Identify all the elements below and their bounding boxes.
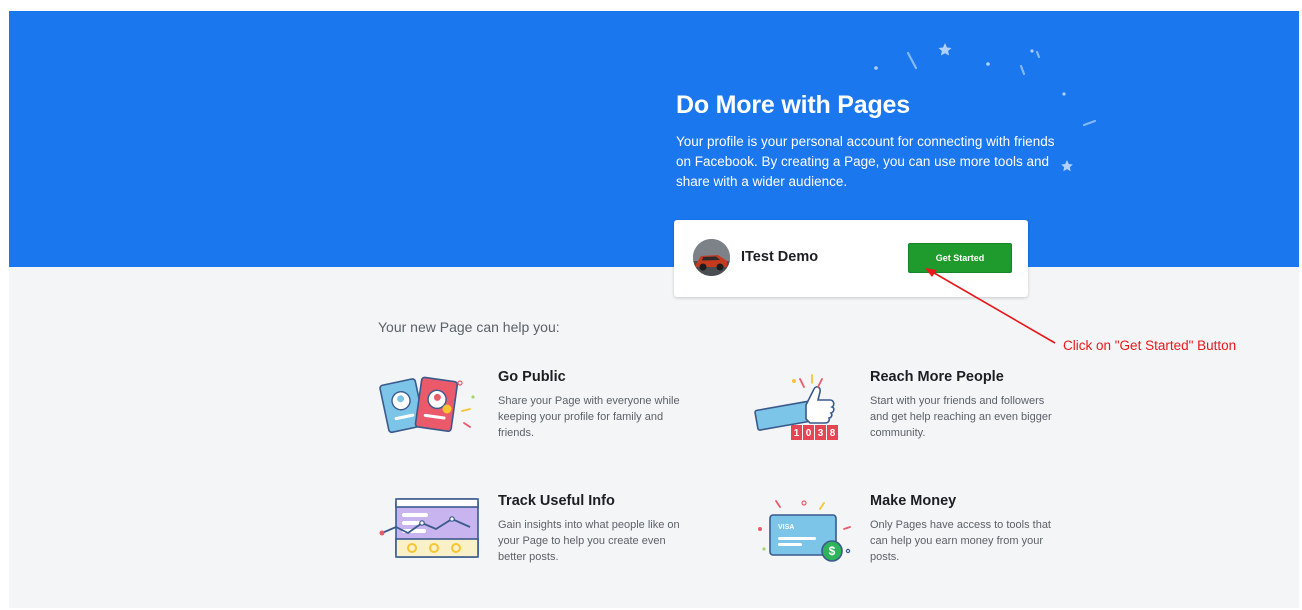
page-card: ITest Demo Get Started [674, 220, 1028, 297]
profile-cards-illustration [379, 376, 475, 434]
counter-digit: 8 [830, 428, 836, 439]
car-photo-icon [693, 239, 730, 276]
hero-banner: Do More with Pages Your profile is your … [9, 11, 1299, 267]
benefit-description: Only Pages have access to tools that can… [870, 519, 1051, 563]
sparkles-decoration [874, 43, 1097, 172]
benefit-title: Make Money [870, 493, 957, 509]
benefits-heading: Your new Page can help you: [378, 319, 560, 335]
benefit-title: Track Useful Info [498, 493, 615, 509]
counter-digit: 0 [806, 428, 812, 439]
page-name: ITest Demo [741, 249, 819, 265]
page-avatar[interactable] [693, 239, 730, 276]
benefit-reach-more-people: 1 0 3 8 Reach More People Start with you… [750, 369, 1070, 459]
benefit-title: Go Public [498, 369, 566, 385]
benefit-track-useful-info: Track Useful Info Gain insights into wha… [378, 493, 698, 583]
benefit-description: Gain insights into what people like on y… [498, 519, 680, 563]
hero-description: Your profile is your personal account fo… [676, 134, 1055, 189]
benefit-title: Reach More People [870, 369, 1004, 385]
benefit-go-public: Go Public Share your Page with everyone … [378, 369, 698, 459]
get-started-button[interactable]: Get Started [908, 243, 1012, 273]
benefit-make-money: VISA $ Make Money Only Pages have access… [750, 493, 1070, 583]
benefit-description: Share your Page with everyone while keep… [498, 395, 680, 439]
card-brand-label: VISA [778, 524, 794, 531]
annotation-label: Click on "Get Started" Button [1063, 338, 1237, 353]
create-page-screen: Do More with Pages Your profile is your … [9, 11, 1299, 608]
counter-digit: 1 [794, 428, 800, 439]
benefit-description: Start with your friends and followers an… [870, 395, 1052, 439]
credit-card-dollar-illustration: VISA $ [758, 500, 851, 562]
counter-digit: 3 [818, 428, 824, 439]
dollar-icon: $ [829, 544, 836, 558]
thumbs-up-counter-illustration: 1 0 3 8 [754, 374, 838, 440]
hero-title: Do More with Pages [676, 91, 910, 119]
insights-dashboard-illustration [379, 498, 479, 558]
